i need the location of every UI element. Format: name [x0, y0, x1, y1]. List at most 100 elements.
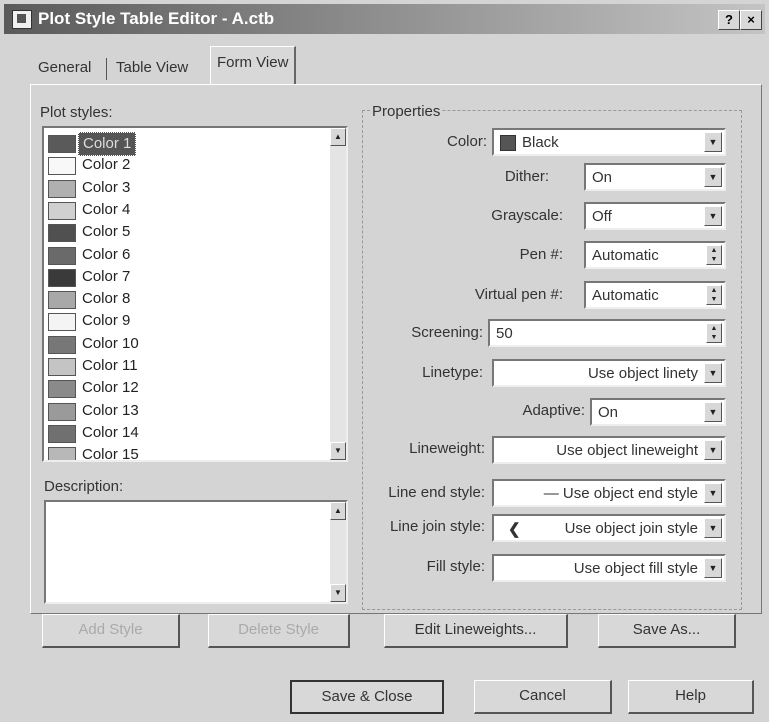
spinner-arrows-icon[interactable]: ▲ ▼ — [706, 245, 722, 265]
linetype-value: Use object linety — [587, 365, 698, 382]
pen-number-value: Automatic — [592, 247, 659, 264]
chevron-down-icon[interactable]: ▼ — [704, 206, 722, 226]
chevron-down-icon[interactable]: ▼ — [704, 132, 722, 152]
virtual-pen-label: Virtual pen #: — [474, 286, 563, 303]
lineweight-value: Use object lineweight — [556, 442, 698, 459]
fill-style-select[interactable]: Use object fill style ▼ — [492, 554, 726, 582]
color-swatch — [48, 157, 76, 176]
color-swatch — [500, 135, 516, 151]
window-title: Plot Style Table Editor - A.ctb — [38, 9, 275, 28]
line-join-style-value: Use object join style — [564, 520, 698, 537]
plot-styles-label: Plot styles: — [40, 104, 113, 121]
description-field[interactable]: ▲ ▼ — [44, 500, 348, 604]
color-swatch — [48, 358, 76, 376]
pen-number-spinner[interactable]: Automatic ▲ ▼ — [584, 241, 726, 269]
chevron-down-icon[interactable]: ▼ — [704, 483, 722, 503]
plot-style-label: Color 3 — [82, 178, 131, 196]
delete-style-button[interactable]: Delete Style — [208, 614, 350, 648]
tab-divider — [106, 58, 107, 80]
plot-style-label: Color 11 — [82, 357, 138, 374]
plot-style-label: Color 9 — [82, 312, 131, 330]
dither-value: On — [592, 169, 613, 186]
chevron-down-icon[interactable]: ▼ — [704, 167, 722, 187]
line-end-style-select[interactable]: — Use object end style ▼ — [492, 479, 726, 507]
line-join-style-label: Line join style: — [389, 518, 485, 535]
join-style-icon: ❮ — [508, 521, 521, 538]
color-swatch — [48, 402, 76, 421]
plot-style-label: Color 13 — [82, 401, 139, 419]
plot-style-label: Color 5 — [82, 223, 131, 241]
edit-lineweights-button[interactable]: Edit Lineweights... — [384, 614, 568, 648]
color-label: Color: — [446, 133, 487, 150]
pen-number-label: Pen #: — [519, 246, 563, 263]
app-icon — [12, 10, 32, 29]
plot-style-label: Color 12 — [82, 379, 139, 397]
linetype-select[interactable]: Use object linety ▼ — [492, 359, 726, 387]
color-swatch — [48, 179, 76, 198]
screening-value: 50 — [496, 325, 513, 342]
grayscale-value: Off — [592, 208, 612, 225]
dither-select[interactable]: On ▼ — [584, 163, 726, 191]
color-swatch — [48, 447, 76, 460]
color-select[interactable]: Black ▼ — [492, 128, 726, 156]
screening-label: Screening: — [411, 324, 483, 341]
line-end-style-label: Line end style: — [388, 484, 485, 501]
spinner-arrows-icon[interactable]: ▲ ▼ — [706, 323, 722, 343]
color-value: Black — [522, 134, 559, 151]
adaptive-value: On — [598, 404, 619, 421]
close-icon[interactable]: × — [740, 10, 762, 30]
description-scrollbar[interactable]: ▲ ▼ — [330, 502, 346, 602]
cancel-button[interactable]: Cancel — [474, 680, 612, 714]
chevron-down-icon[interactable]: ▼ — [704, 518, 722, 538]
save-and-close-button[interactable]: Save & Close — [290, 680, 444, 714]
adaptive-label: Adaptive: — [522, 402, 585, 419]
virtual-pen-spinner[interactable]: Automatic ▲ ▼ — [584, 281, 726, 309]
plot-styles-scrollbar[interactable]: ▲ ▼ — [330, 128, 346, 460]
plot-style-label: Color 14 — [82, 423, 139, 441]
plot-style-label: Color 7 — [82, 267, 131, 285]
plot-style-label: Color 6 — [82, 245, 131, 263]
screening-spinner[interactable]: 50 ▲ ▼ — [488, 319, 726, 347]
tab-general[interactable]: General — [32, 52, 97, 84]
virtual-pen-value: Automatic — [592, 287, 659, 304]
plot-styles-list[interactable]: Color 1 Color 2 Color 3 Color 4 Color 5 Color… — [42, 126, 348, 462]
title-bar[interactable]: Plot Style Table Editor - A.ctb ? × — [4, 4, 765, 34]
tab-form-view[interactable]: Form View — [210, 46, 297, 85]
grayscale-select[interactable]: Off ▼ — [584, 202, 726, 230]
scroll-up-icon[interactable]: ▲ — [330, 128, 346, 146]
lineweight-select[interactable]: Use object lineweight ▼ — [492, 436, 726, 464]
scroll-up-icon[interactable]: ▲ — [330, 502, 346, 520]
help-button[interactable]: Help — [628, 680, 754, 714]
color-swatch — [48, 424, 76, 443]
chevron-down-icon[interactable]: ▼ — [704, 440, 722, 460]
color-swatch — [48, 313, 76, 332]
add-style-button[interactable]: Add Style — [42, 614, 180, 648]
description-label: Description: — [44, 478, 124, 495]
chevron-down-icon[interactable]: ▼ — [704, 363, 722, 383]
scroll-down-icon[interactable]: ▼ — [330, 442, 346, 460]
fill-style-value: Use object fill style — [573, 560, 698, 577]
color-swatch — [48, 380, 76, 399]
plot-style-label: Color 4 — [82, 200, 131, 218]
color-swatch — [48, 268, 76, 287]
plot-style-label: Color 15 — [82, 446, 139, 462]
color-swatch — [48, 224, 76, 243]
tab-table-view[interactable]: Table View — [110, 52, 194, 84]
plot-style-label: Color 8 — [82, 290, 131, 308]
line-join-style-select[interactable]: ❮ Use object join style ▼ — [492, 514, 726, 542]
help-icon[interactable]: ? — [718, 10, 740, 30]
spinner-arrows-icon[interactable]: ▲ ▼ — [706, 285, 722, 305]
chevron-down-icon[interactable]: ▼ — [704, 402, 722, 422]
linetype-label: Linetype: — [422, 364, 483, 381]
color-swatch — [48, 246, 76, 265]
save-as-button[interactable]: Save As... — [598, 614, 736, 648]
color-swatch — [48, 291, 76, 310]
grayscale-label: Grayscale: — [491, 207, 563, 224]
chevron-down-icon[interactable]: ▼ — [704, 558, 722, 578]
properties-label: Properties — [370, 103, 443, 120]
adaptive-select[interactable]: On ▼ — [590, 398, 726, 426]
scroll-down-icon[interactable]: ▼ — [330, 584, 346, 602]
line-end-style-value: — Use object end style — [543, 485, 698, 502]
fill-style-label: Fill style: — [426, 558, 485, 575]
color-swatch — [48, 335, 76, 354]
